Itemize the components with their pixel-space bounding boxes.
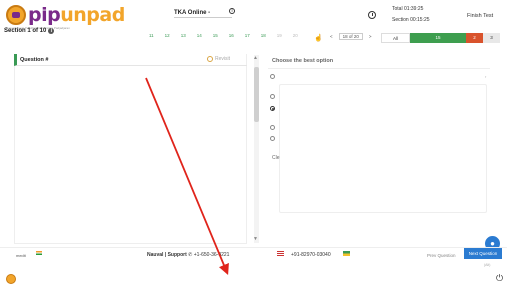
footer-logo: medit <box>16 253 26 258</box>
question-number[interactable]: 15 <box>213 33 218 38</box>
question-number[interactable]: 12 <box>165 33 170 38</box>
options-title: Choose the best option <box>272 58 334 64</box>
option-partial-label: Cle <box>272 155 280 161</box>
prev-question-button[interactable]: Prev Question <box>427 253 456 258</box>
info-icon[interactable]: i <box>48 28 55 34</box>
question-number[interactable]: 17 <box>245 33 250 38</box>
support-info: Nauval | Support ✆ +1-650-36-0221 <box>147 252 229 258</box>
logo-text-unpad: unpad <box>60 4 125 26</box>
support-label: Nauval | Support <box>147 252 187 258</box>
question-number[interactable]: 13 <box>181 33 186 38</box>
question-number[interactable]: 20 <box>293 33 298 38</box>
finish-test-button[interactable]: Finish Test <box>467 13 493 19</box>
pager-position[interactable]: 18 of 20 <box>338 33 363 40</box>
next-question-button[interactable]: Next Question <box>464 248 502 259</box>
status-filters: All 15 2 3 <box>381 33 500 43</box>
app-logo-icon <box>6 274 16 284</box>
question-panel <box>14 54 247 244</box>
question-number-strip: 11 12 13 14 15 16 17 18 19 20 <box>149 33 298 38</box>
revisit-label: Revisit <box>215 56 231 62</box>
phone-icon: ✆ <box>188 252 193 258</box>
question-title: Question # <box>20 57 49 63</box>
question-pager: < 18 of 20 > <box>330 33 372 40</box>
test-selector[interactable]: TKA Online - <box>174 10 232 18</box>
option-content-area <box>279 84 487 213</box>
scroll-up-icon[interactable]: ▲ <box>253 55 258 61</box>
filter-answered[interactable]: 15 <box>410 33 466 43</box>
option-radio[interactable] <box>270 125 275 130</box>
side-mark: r <box>485 74 487 79</box>
option-radio[interactable] <box>270 136 275 141</box>
question-number[interactable]: 18 <box>261 33 266 38</box>
timer-section: Section 00:15:25 <box>392 17 430 23</box>
logo-badge-icon <box>6 5 26 25</box>
timer-total: Total 01:39:25 <box>392 6 424 12</box>
hand-pointer-icon: ☝ <box>314 35 323 42</box>
section-label: Section 1 of 10 <box>4 28 47 34</box>
question-number[interactable]: 11 <box>149 33 154 38</box>
power-icon[interactable]: ⏻ <box>496 273 503 284</box>
clock-icon <box>368 11 376 19</box>
pager-prev-button[interactable]: < <box>330 34 333 39</box>
filter-all[interactable]: All <box>381 33 410 43</box>
question-number[interactable]: 14 <box>197 33 202 38</box>
logo-wordmark: pipunpad <box>28 4 125 26</box>
footer-divider <box>0 247 507 248</box>
revisit-toggle[interactable]: Revisit <box>207 56 230 62</box>
info-icon[interactable]: i <box>229 8 235 14</box>
flag-icon <box>343 251 350 256</box>
question-number[interactable]: 19 <box>277 33 282 38</box>
pager-next-button[interactable]: > <box>369 34 372 39</box>
option-radio-selected[interactable] <box>270 106 275 111</box>
scroll-down-icon[interactable]: ▼ <box>253 236 258 242</box>
question-number[interactable]: 16 <box>229 33 234 38</box>
pipunpad-logo: pipunpad <box>6 2 125 28</box>
alt-phone[interactable]: +91-82970-03040 <box>291 252 331 258</box>
filter-not-answered[interactable]: 2 <box>466 33 483 43</box>
keyboard-hint: (Alt) <box>484 263 491 267</box>
divider <box>268 68 490 69</box>
scrollbar-thumb[interactable] <box>254 67 259 122</box>
filter-not-visited[interactable]: 3 <box>483 33 500 43</box>
option-radio[interactable] <box>270 94 275 99</box>
logo-text-pip: pip <box>28 4 61 26</box>
revisit-icon <box>207 56 213 62</box>
india-flag-icon <box>36 251 42 255</box>
option-radio[interactable] <box>270 74 275 79</box>
support-phone[interactable]: +1-650-36-0221 <box>194 252 230 258</box>
section-indicator: Section 1 of 10 i <box>4 28 55 34</box>
us-flag-icon <box>277 251 284 256</box>
